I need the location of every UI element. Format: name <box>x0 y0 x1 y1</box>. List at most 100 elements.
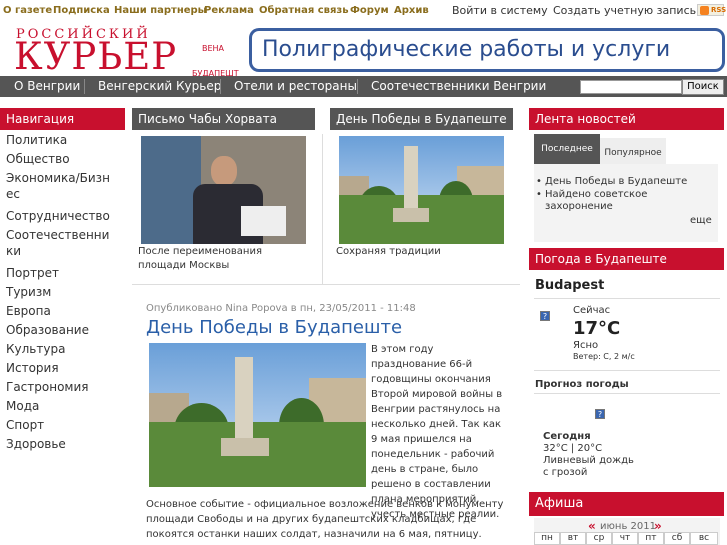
nav-item-courier[interactable]: Венгерский Курьер <box>98 79 221 93</box>
nav-divider <box>220 79 221 94</box>
ad-banner-text: Полиграфические работы и услуги <box>262 37 671 62</box>
rss-button[interactable]: RSS <box>697 4 727 16</box>
sidebar-item-sport[interactable]: Спорт <box>0 417 115 436</box>
article-title[interactable]: День Победы в Будапеште <box>146 317 402 338</box>
sidebar-item-compatriots[interactable]: Соотечественники <box>0 227 115 265</box>
weekday-label: пн <box>534 532 560 545</box>
tab-latest[interactable]: Последнее <box>534 134 600 164</box>
photo-monument-base <box>221 438 269 456</box>
article-line: понедельник - рабочий <box>371 449 495 460</box>
forecast-today-label: Сегодня <box>543 431 591 442</box>
rss-icon <box>700 6 709 15</box>
site-logo[interactable]: РОССИЙСКИЙ КУРЬЕР ВЕНА БУДАПЕШТ <box>14 24 239 78</box>
weather-city: Budapest <box>535 278 605 293</box>
nav-item-compatriots[interactable]: Соотечественники Венгрии <box>371 79 546 93</box>
tab-popular[interactable]: Популярное <box>600 138 666 164</box>
photo-monument-base <box>393 208 429 222</box>
register-link[interactable]: Создать учетную запись <box>553 4 696 17</box>
nav-divider <box>84 79 85 94</box>
rss-label: RSS <box>711 6 727 14</box>
calendar-month: июнь 2011 <box>600 521 656 532</box>
featured-2-photo[interactable] <box>339 136 504 244</box>
news-tabs: Последнее Популярное <box>534 134 667 164</box>
sidebar-nav: Политика Общество Экономика/Бизнес Сотру… <box>0 132 125 455</box>
weather-wind: Ветер: С, 2 м/с <box>573 352 635 361</box>
top-link-feedback[interactable]: Обратная связь <box>259 5 349 16</box>
sidebar-item-fashion[interactable]: Мода <box>0 398 115 417</box>
article-photo[interactable] <box>149 343 366 487</box>
news-more-link[interactable]: еще <box>690 215 712 226</box>
sidebar-item-gastronomy[interactable]: Гастрономия <box>0 379 115 398</box>
sidebar-item-cooperation[interactable]: Сотрудничество <box>0 208 115 227</box>
sidebar-item-europe[interactable]: Европа <box>0 303 115 322</box>
weather-divider <box>534 370 720 371</box>
afisha-title: Афиша <box>529 492 724 516</box>
article-line: Венгрии растянулось на <box>371 404 501 415</box>
article-line: празднование 66-й <box>371 359 473 370</box>
photo-monument <box>404 146 418 216</box>
photo-paper <box>241 206 286 236</box>
sidebar-item-politics[interactable]: Политика <box>0 132 115 151</box>
nav-divider <box>357 79 358 94</box>
article-line: день в стране, было <box>371 464 479 475</box>
sidebar-item-portrait[interactable]: Портрет <box>0 265 115 284</box>
nav-item-hungary[interactable]: О Венгрии <box>14 79 80 93</box>
featured-1-caption[interactable]: После переименования площади Москвы <box>138 245 308 273</box>
photo-person-head <box>211 156 237 186</box>
top-link-subscribe[interactable]: Подписка <box>53 5 110 16</box>
article-line: Основное событие - официальное возложени… <box>146 499 504 510</box>
column-divider <box>322 134 323 284</box>
sidebar-item-society[interactable]: Общество <box>0 151 115 170</box>
forecast-today-temp: 32°C | 20°C <box>543 443 603 454</box>
calendar-next-button[interactable]: » <box>654 519 662 533</box>
top-link-about[interactable]: О газете <box>3 5 52 16</box>
sidebar-item-tourism[interactable]: Туризм <box>0 284 115 303</box>
sidebar-item-culture[interactable]: Культура <box>0 341 115 360</box>
ad-banner[interactable]: Полиграфические работы и услуги <box>249 28 725 72</box>
forecast-today-condition-2: с грозой <box>543 467 588 478</box>
search-button[interactable]: Поиск <box>682 79 724 95</box>
search-input[interactable] <box>580 80 682 94</box>
forecast-title: Прогноз погоды <box>535 379 629 390</box>
top-link-partners[interactable]: Наши партнеры <box>114 5 207 16</box>
sidebar-item-education[interactable]: Образование <box>0 322 115 341</box>
weekday-label: вс <box>690 532 718 545</box>
top-link-forum[interactable]: Форум <box>350 5 389 16</box>
sidebar-item-history[interactable]: История <box>0 360 115 379</box>
news-item[interactable]: Найдено советское захоронение <box>536 189 695 213</box>
sidebar-title: Навигация <box>0 108 125 130</box>
top-bar: О газете Подписка Наши партнеры Реклама … <box>0 0 727 22</box>
news-list: День Победы в Будапеште Найдено советско… <box>534 164 718 242</box>
section-divider <box>132 284 520 285</box>
calendar-prev-button[interactable]: « <box>588 519 596 533</box>
logo-big-text: КУРЬЕР <box>14 35 178 78</box>
top-link-archive[interactable]: Архив <box>394 5 429 16</box>
photo-background-wall <box>141 136 201 244</box>
weather-condition: Ясно <box>573 340 599 351</box>
featured-2-caption[interactable]: Сохраняя традиции <box>336 245 506 259</box>
weather-divider <box>534 393 720 394</box>
forecast-icon: ? <box>595 409 605 419</box>
article-text-side: В этом году празднование 66-й годовщины … <box>371 342 521 522</box>
weekday-label: ср <box>586 532 612 545</box>
featured-2-title[interactable]: День Победы в Будапеште <box>330 108 513 130</box>
article-line: покоятся останки наших солдат, назначили… <box>146 529 482 540</box>
article-line: годовщины окончания <box>371 374 491 385</box>
weather-temperature: 17°C <box>573 318 621 339</box>
weekday-label: пт <box>638 532 664 545</box>
top-link-ads[interactable]: Реклама <box>204 5 254 16</box>
sidebar-item-health[interactable]: Здоровье <box>0 436 115 455</box>
calendar-weekdays: пн вт ср чт пт сб вс <box>534 532 720 545</box>
article-line: 9 мая пришелся на <box>371 434 472 445</box>
calendar: « июнь 2011 » пн вт ср чт пт сб вс <box>534 518 720 545</box>
weather-title: Погода в Будапеште <box>529 248 724 270</box>
featured-1-title[interactable]: Письмо Чабы Хорвата <box>132 108 315 130</box>
nav-item-hotels[interactable]: Отели и рестораны <box>234 79 357 93</box>
news-title: Лента новостей <box>529 108 724 130</box>
featured-1-photo[interactable] <box>141 136 306 244</box>
sidebar-item-economy[interactable]: Экономика/Бизнес <box>0 170 115 208</box>
news-item[interactable]: День Победы в Будапеште <box>536 176 687 188</box>
article-text-full: Основное событие - официальное возложени… <box>146 497 526 542</box>
weekday-label: сб <box>664 532 690 545</box>
login-link[interactable]: Войти в систему <box>452 4 548 17</box>
